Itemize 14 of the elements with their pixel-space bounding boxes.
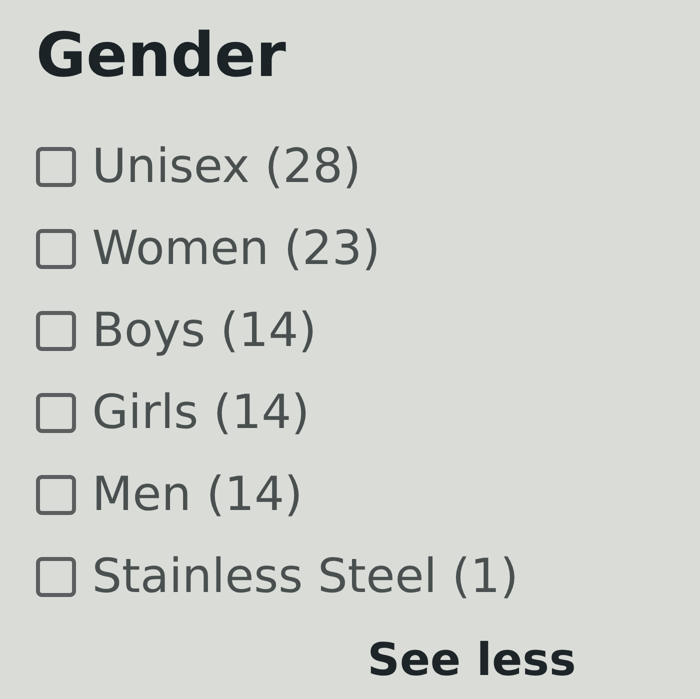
checkbox[interactable] (36, 229, 76, 269)
checkbox[interactable] (36, 557, 76, 597)
option-label[interactable]: Stainless Steel (1) (92, 549, 518, 605)
checkbox[interactable] (36, 311, 76, 351)
filter-heading: Gender (36, 20, 286, 92)
checkbox[interactable] (36, 393, 76, 433)
see-less-link[interactable]: See less (367, 632, 576, 688)
option-label[interactable]: Unisex (28) (92, 139, 362, 195)
option-label[interactable]: Boys (14) (92, 303, 317, 359)
checkbox[interactable] (36, 147, 76, 187)
option-label[interactable]: Girls (14) (92, 385, 310, 441)
option-label[interactable]: Men (14) (92, 467, 303, 523)
checkbox[interactable] (36, 475, 76, 515)
option-label[interactable]: Women (23) (92, 221, 380, 277)
